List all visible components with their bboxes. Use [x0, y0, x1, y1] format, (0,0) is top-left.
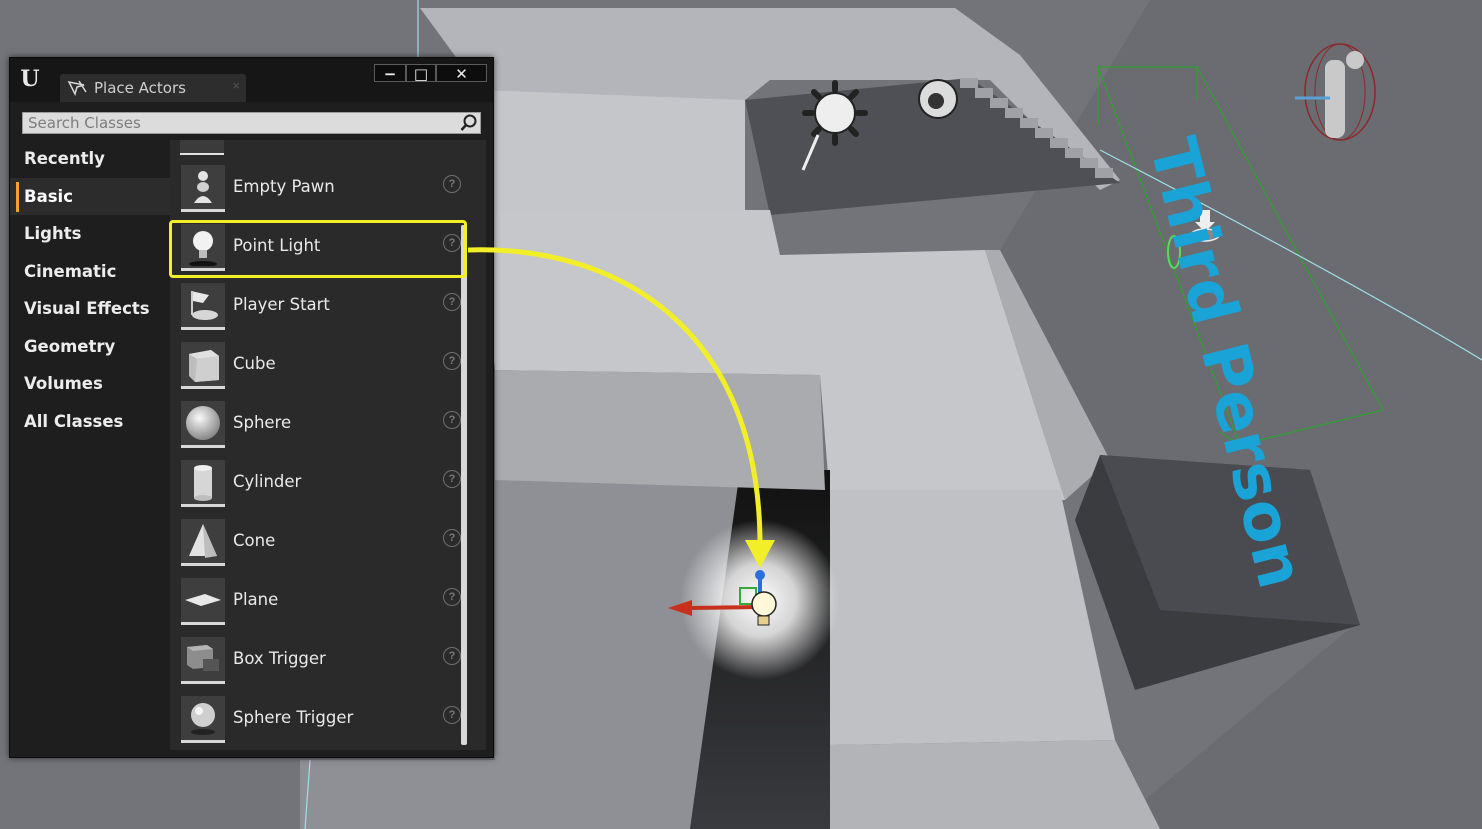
item-label: Sphere: [233, 413, 292, 432]
list-item-sphere[interactable]: Sphere ?: [170, 396, 470, 455]
tab-label: Place Actors: [94, 79, 186, 97]
list-item-cube[interactable]: Cube ?: [170, 337, 470, 396]
tab-place-actors[interactable]: Place Actors ×: [60, 74, 246, 102]
help-icon[interactable]: ?: [443, 588, 461, 606]
search-icon[interactable]: [460, 114, 478, 132]
list-item-cone[interactable]: Cone ?: [170, 514, 470, 573]
unreal-logo-icon: U: [20, 66, 40, 92]
help-icon[interactable]: ?: [443, 352, 461, 370]
panel-title-bar[interactable]: U Place Actors × − □ ✕: [10, 58, 493, 102]
player-start-icon: [181, 283, 225, 330]
place-actors-panel: U Place Actors × − □ ✕ Recently Placed B…: [9, 57, 494, 758]
list-item-box-trigger[interactable]: Box Trigger ?: [170, 632, 470, 691]
help-icon[interactable]: ?: [443, 470, 461, 488]
help-icon[interactable]: ?: [443, 706, 461, 724]
minimize-button[interactable]: −: [374, 64, 406, 83]
point-light-highlight: [169, 220, 467, 278]
cylinder-icon: [181, 460, 225, 507]
list-item-partial: [180, 140, 224, 155]
sphere-trigger-icon: [181, 696, 225, 743]
help-icon[interactable]: ?: [443, 175, 461, 193]
tab-close-icon[interactable]: ×: [232, 78, 240, 93]
search-box: [22, 112, 481, 134]
category-cinematic[interactable]: Cinematic: [10, 253, 170, 291]
item-label: Cone: [233, 531, 276, 550]
category-lights[interactable]: Lights: [10, 215, 170, 253]
item-label: Player Start: [233, 295, 330, 314]
box-trigger-icon: [181, 637, 225, 684]
plane-icon: [181, 578, 225, 625]
cone-icon: [181, 519, 225, 566]
category-recently-placed[interactable]: Recently Placed: [10, 140, 170, 205]
list-item-sphere-trigger[interactable]: Sphere Trigger ?: [170, 691, 470, 750]
place-actors-icon: [67, 80, 87, 97]
cube-icon: [181, 342, 225, 389]
item-label: Empty Pawn: [233, 177, 335, 196]
item-label: Plane: [233, 590, 279, 609]
close-button[interactable]: ✕: [436, 64, 487, 83]
item-label: Cylinder: [233, 472, 302, 491]
list-item-plane[interactable]: Plane ?: [170, 573, 470, 632]
category-basic[interactable]: Basic: [10, 177, 170, 215]
sphere-icon: [181, 401, 225, 448]
list-item-player-start[interactable]: Player Start ?: [170, 278, 470, 337]
category-visual-effects[interactable]: Visual Effects: [10, 290, 170, 328]
category-all-classes[interactable]: All Classes: [10, 403, 170, 441]
help-icon[interactable]: ?: [443, 411, 461, 429]
category-geometry[interactable]: Geometry: [10, 328, 170, 366]
maximize-button[interactable]: □: [406, 64, 436, 83]
item-label: Sphere Trigger: [233, 708, 354, 727]
category-list: Recently Placed Basic Lights Cinematic V…: [10, 140, 170, 440]
item-label: Box Trigger: [233, 649, 326, 668]
list-item-empty-pawn[interactable]: Empty Pawn ?: [170, 160, 470, 219]
help-icon[interactable]: ?: [443, 647, 461, 665]
help-icon[interactable]: ?: [443, 529, 461, 547]
search-input[interactable]: [23, 113, 453, 133]
help-icon[interactable]: ?: [443, 293, 461, 311]
sky-sphere-icon: [918, 79, 958, 119]
pawn-icon: [181, 165, 225, 212]
item-label: Cube: [233, 354, 276, 373]
list-item-cylinder[interactable]: Cylinder ?: [170, 455, 470, 514]
list-scrollbar[interactable]: [461, 225, 467, 745]
category-volumes[interactable]: Volumes: [10, 365, 170, 403]
